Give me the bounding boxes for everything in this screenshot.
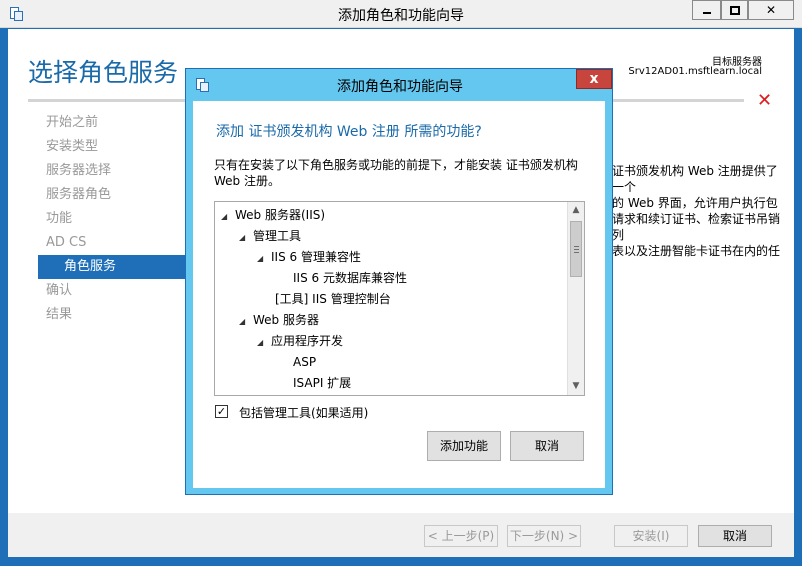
dialog-close-button[interactable]: x: [576, 69, 612, 89]
outer-titlebar: 添加角色和功能向导 ✕: [0, 0, 802, 28]
tree-item[interactable]: [工具] IIS 管理控制台: [275, 289, 391, 309]
description-line: 的 Web 界面，允许用户执行包: [612, 196, 778, 210]
error-x-icon[interactable]: ✕: [757, 90, 772, 111]
step-confirmation[interactable]: 确认: [38, 279, 188, 303]
scroll-thumb[interactable]: [570, 221, 582, 277]
next-button[interactable]: 下一步(N) >: [507, 525, 581, 547]
close-button[interactable]: ✕: [748, 0, 794, 20]
page-title: 选择角色服务: [28, 58, 179, 87]
wizard-steps: 开始之前 安装类型 服务器选择 服务器角色 功能 AD CS 角色服务 确认 结…: [38, 111, 188, 327]
tree-item[interactable]: ASP: [293, 352, 316, 372]
minimize-icon: [703, 12, 711, 14]
dialog-cancel-button[interactable]: 取消: [510, 431, 584, 461]
expand-triangle-icon[interactable]: ◢: [257, 249, 271, 269]
check-icon: ✓: [216, 405, 227, 418]
add-features-button[interactable]: 添加功能: [427, 431, 501, 461]
maximize-icon: [730, 6, 740, 15]
step-features[interactable]: 功能: [38, 207, 188, 231]
expand-triangle-icon[interactable]: ◢: [239, 228, 253, 248]
step-before-you-begin[interactable]: 开始之前: [38, 111, 188, 135]
description-line: 表以及注册智能卡证书在内的任: [612, 244, 781, 258]
cancel-button[interactable]: 取消: [698, 525, 772, 547]
include-tools-checkbox[interactable]: ✓: [215, 405, 228, 418]
expand-triangle-icon[interactable]: ◢: [257, 333, 271, 353]
add-features-dialog: 添加角色和功能向导 x 添加 证书颁发机构 Web 注册 所需的功能? 只有在安…: [185, 68, 613, 495]
tree-item[interactable]: ◢ Web 服务器(IIS): [221, 205, 325, 225]
scroll-up-icon[interactable]: ▲: [568, 202, 584, 219]
outer-window-title: 添加角色和功能向导: [338, 8, 464, 24]
scroll-down-icon[interactable]: ▼: [568, 378, 584, 395]
dialog-heading: 添加 证书颁发机构 Web 注册 所需的功能?: [216, 124, 482, 140]
role-description: 证书颁发机构 Web 注册提供了一个 的 Web 界面，允许用户执行包 请求和续…: [612, 163, 782, 259]
tree-item[interactable]: IIS 6 元数据库兼容性: [293, 268, 407, 288]
tree-item[interactable]: ISAPI 扩展: [293, 373, 351, 393]
close-icon: ✕: [765, 3, 777, 17]
step-server-selection[interactable]: 服务器选择: [38, 159, 188, 183]
tree-item[interactable]: ◢ IIS 6 管理兼容性: [257, 247, 361, 267]
step-ad-cs[interactable]: AD CS: [38, 231, 188, 255]
target-server-name: Srv12AD01.msftlearn.local: [628, 66, 762, 77]
tree-item[interactable]: ◢ 应用程序开发: [257, 331, 343, 351]
install-button[interactable]: 安装(I): [614, 525, 688, 547]
expand-triangle-icon[interactable]: ◢: [221, 207, 235, 227]
dialog-prompt: 只有在安装了以下角色服务或功能的前提下，才能安装 证书颁发机构 Web 注册。: [214, 158, 578, 188]
previous-button[interactable]: < 上一步(P): [424, 525, 498, 547]
close-icon: x: [589, 71, 599, 87]
description-line: 请求和续订证书、检索证书吊销列: [612, 212, 781, 242]
include-tools-label[interactable]: 包括管理工具(如果适用): [239, 404, 368, 421]
step-installation-type[interactable]: 安装类型: [38, 135, 188, 159]
maximize-button[interactable]: [721, 0, 748, 20]
dialog-body: 添加 证书颁发机构 Web 注册 所需的功能? 只有在安装了以下角色服务或功能的…: [193, 101, 605, 488]
step-role-services[interactable]: 角色服务: [38, 255, 188, 279]
expand-triangle-icon[interactable]: ◢: [239, 312, 253, 332]
tree-item[interactable]: ◢ 管理工具: [239, 226, 301, 246]
step-results[interactable]: 结果: [38, 303, 188, 327]
tree-item[interactable]: ◢ Web 服务器: [239, 310, 319, 330]
tree-scrollbar[interactable]: ▲ ▼: [567, 202, 584, 395]
wizard-footer: < 上一步(P) 下一步(N) > 安装(I) 取消: [8, 513, 794, 557]
dialog-title: 添加角色和功能向导: [337, 79, 463, 95]
required-features-tree[interactable]: ◢ Web 服务器(IIS) ◢ 管理工具 ◢ IIS 6 管理兼容性 IIS 6 元…: [214, 201, 585, 396]
minimize-button[interactable]: [692, 0, 721, 20]
step-server-roles[interactable]: 服务器角色: [38, 183, 188, 207]
description-line: 证书颁发机构 Web 注册提供了一个: [612, 164, 778, 194]
